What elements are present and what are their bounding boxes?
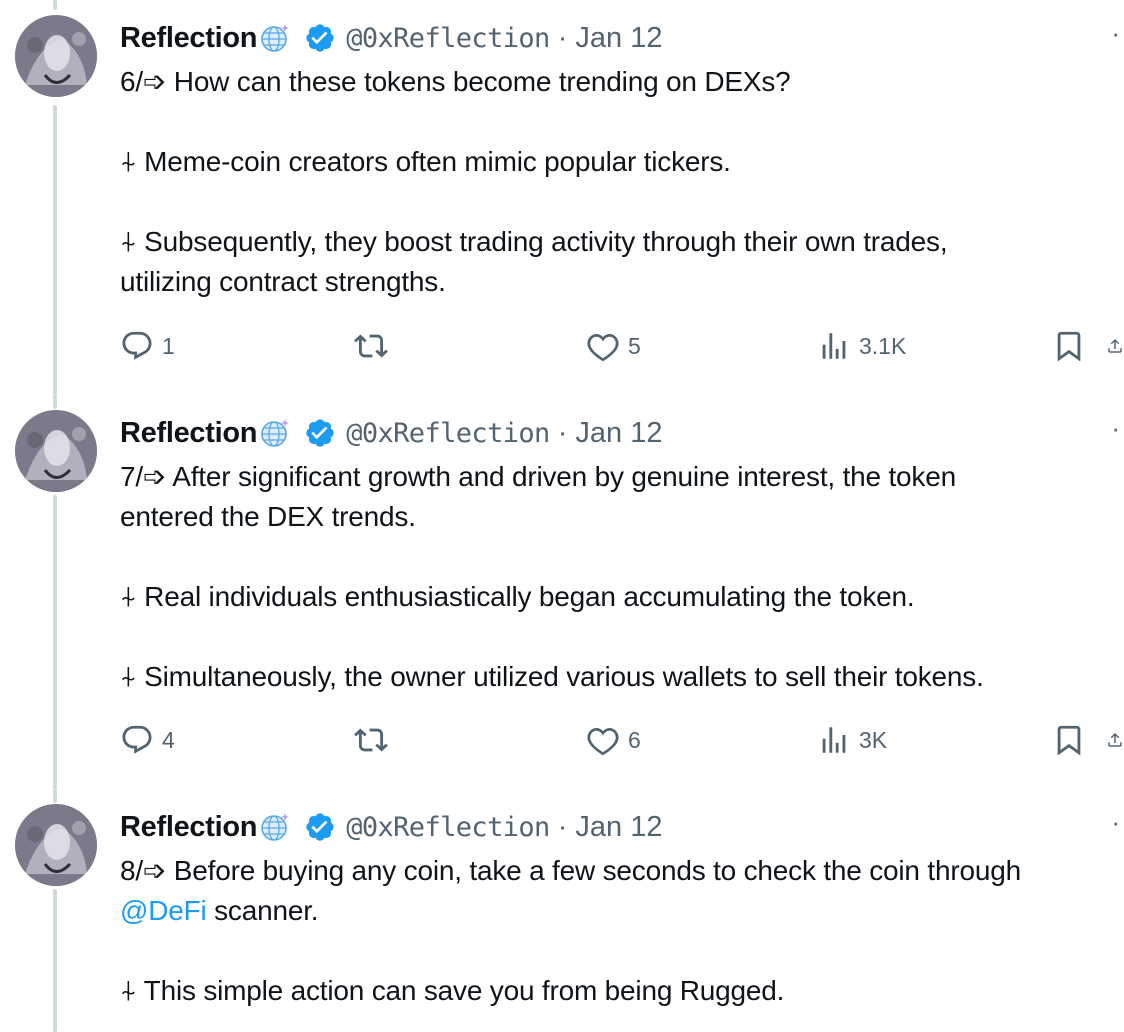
views-icon: [822, 727, 846, 753]
like-count: 6: [628, 726, 641, 753]
tweet-header: Reflection @0xReflection · Jan 12: [120, 18, 662, 58]
avatar[interactable]: [15, 15, 97, 97]
retweet-button[interactable]: [354, 720, 388, 760]
reply-button[interactable]: 1: [120, 326, 175, 366]
tweet-actions: 1 5 3.1K: [120, 326, 1124, 366]
globe-icon: [261, 419, 290, 447]
tweet[interactable]: Reflection @0xReflection · Jan 12 · 7/➩ …: [0, 395, 1124, 789]
tweet-text-line: ⍭ Simultaneously, the owner utilized var…: [120, 661, 984, 692]
tweet-text-line: 7/➩ After significant growth and driven …: [120, 461, 956, 492]
verified-badge-icon: [306, 24, 334, 52]
tweet-header: Reflection @0xReflection · Jan 12: [120, 413, 662, 453]
thread-connector-line: [53, 495, 57, 789]
tweet-date[interactable]: Jan 12: [575, 22, 662, 55]
reply-icon: [122, 331, 152, 360]
tweet[interactable]: Reflection @0xReflection · Jan 12 · 6/➩ …: [0, 0, 1124, 395]
share-icon: [1108, 732, 1122, 747]
tweet-text-line: ⍭ Subsequently, they boost trading activ…: [120, 226, 948, 257]
like-button[interactable]: 6: [586, 720, 641, 760]
share-icon: [1108, 338, 1122, 353]
bookmark-icon: [1057, 725, 1081, 756]
bookmark-button[interactable]: [1052, 720, 1086, 760]
author-handle[interactable]: @0xReflection: [346, 23, 550, 54]
tweet[interactable]: Reflection @0xReflection · Jan 12 · 8/➩ …: [0, 789, 1124, 1032]
avatar[interactable]: [15, 804, 97, 886]
views-count: 3K: [859, 726, 888, 753]
author-handle[interactable]: @0xReflection: [346, 418, 550, 449]
thread-connector-line: [53, 889, 57, 1032]
share-button[interactable]: [1106, 720, 1124, 760]
verified-badge-icon: [306, 419, 334, 447]
globe-icon: [261, 24, 290, 52]
author-name[interactable]: Reflection: [120, 811, 257, 844]
more-options-icon[interactable]: ·: [1111, 20, 1120, 46]
tweet-text: 8/➩ Before buying any coin, take a few s…: [120, 851, 1124, 1011]
tweet-text-line: ⍭ Meme-coin creators often mimic popular…: [120, 146, 731, 177]
verified-badge-icon: [306, 813, 334, 841]
tweet-thread: Reflection @0xReflection · Jan 12 · 6/➩ …: [0, 0, 1124, 1032]
views-count: 3.1K: [859, 332, 907, 359]
share-button[interactable]: [1106, 326, 1124, 366]
separator-dot: ·: [557, 810, 568, 843]
heart-icon: [587, 727, 619, 756]
tweet-text-line: utilizing contract strengths.: [120, 266, 446, 297]
tweet-actions: 4 6 3K: [120, 720, 1124, 760]
avatar[interactable]: [15, 410, 97, 492]
thread-connector-line: [53, 105, 57, 395]
tweet-text: 7/➩ After significant growth and driven …: [120, 457, 1124, 697]
tweet-text-line: 6/➩ How can these tokens become trending…: [120, 66, 791, 97]
tweet-date[interactable]: Jan 12: [575, 811, 662, 844]
mention-link[interactable]: @DeFi: [120, 895, 207, 926]
views-button[interactable]: 3K: [817, 720, 887, 760]
separator-dot: ·: [557, 416, 568, 449]
reply-count: 4: [162, 726, 175, 753]
author-name[interactable]: Reflection: [120, 417, 257, 450]
tweet-text-line: @DeFi scanner.: [120, 891, 1124, 931]
reply-button[interactable]: 4: [120, 720, 175, 760]
views-button[interactable]: 3.1K: [817, 326, 906, 366]
retweet-button[interactable]: [354, 326, 388, 366]
more-options-icon[interactable]: ·: [1111, 809, 1120, 835]
tweet-text-line: ⍭ Real individuals enthusiastically bega…: [120, 581, 915, 612]
globe-icon: [261, 813, 290, 841]
tweet-header: Reflection @0xReflection · Jan 12: [120, 807, 662, 847]
separator-dot: ·: [557, 21, 568, 54]
tweet-text: 6/➩ How can these tokens become trending…: [120, 62, 1124, 302]
bookmark-button[interactable]: [1052, 326, 1086, 366]
reply-icon: [122, 725, 152, 754]
reply-count: 1: [162, 332, 175, 359]
like-button[interactable]: 5: [586, 326, 641, 366]
author-handle[interactable]: @0xReflection: [346, 812, 550, 843]
thread-connector-line: [53, 0, 57, 10]
more-options-icon[interactable]: ·: [1111, 415, 1120, 441]
tweet-date[interactable]: Jan 12: [575, 417, 662, 450]
bookmark-icon: [1057, 331, 1081, 362]
thread-connector-line: [53, 789, 57, 803]
like-count: 5: [628, 332, 641, 359]
tweet-text-fragment: scanner.: [206, 895, 319, 926]
tweet-text-line: ⍭ This simple action can save you from b…: [120, 975, 785, 1006]
views-icon: [822, 333, 846, 359]
retweet-icon: [354, 334, 388, 358]
heart-icon: [587, 333, 619, 362]
author-name[interactable]: Reflection: [120, 22, 257, 55]
tweet-text-line: 8/➩ Before buying any coin, take a few s…: [120, 855, 1021, 886]
retweet-icon: [354, 728, 388, 752]
tweet-text-line: entered the DEX trends.: [120, 501, 416, 532]
thread-connector-line: [53, 395, 57, 409]
